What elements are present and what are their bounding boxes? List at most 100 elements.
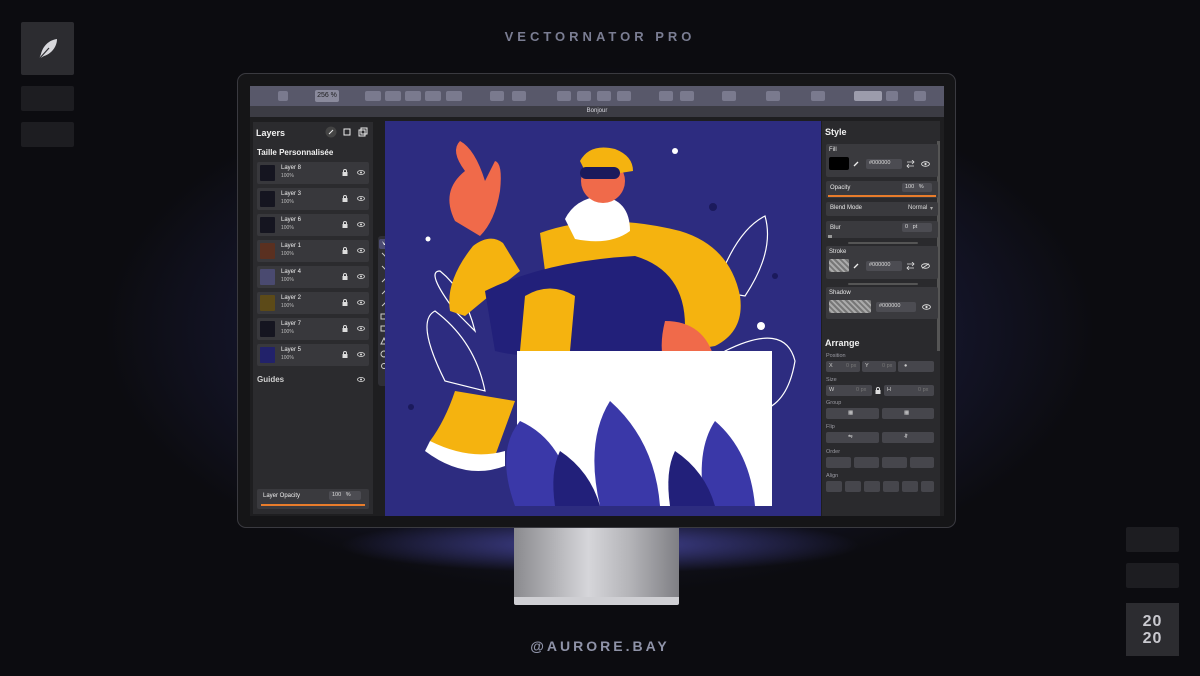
lock-icon[interactable] xyxy=(342,169,348,176)
layers-toggle-icon[interactable] xyxy=(278,91,288,101)
guides-label[interactable]: Guides xyxy=(257,375,284,384)
blend-mode-select[interactable]: Normal xyxy=(908,205,927,211)
eye-icon[interactable] xyxy=(357,222,365,227)
tool-button[interactable] xyxy=(365,91,381,101)
origin-point-button[interactable]: ● xyxy=(898,361,934,372)
monitor: 256 % Bonjour Layers Taille Personnalisé… xyxy=(237,73,956,528)
artboard-icon[interactable] xyxy=(341,126,353,138)
transform-button[interactable] xyxy=(659,91,673,101)
image-button[interactable] xyxy=(766,91,780,101)
boolean-button[interactable] xyxy=(490,91,504,101)
info-icon[interactable] xyxy=(914,91,926,101)
canvas[interactable] xyxy=(385,121,821,516)
boolean-button[interactable] xyxy=(512,91,526,101)
send-backward-button[interactable] xyxy=(882,457,907,468)
y-field[interactable]: Y 0 px xyxy=(862,361,896,372)
swap-icon[interactable] xyxy=(906,262,915,270)
eye-icon[interactable] xyxy=(357,248,365,253)
layer-row[interactable]: Layer 3 100% xyxy=(257,188,369,210)
eyedropper-icon[interactable] xyxy=(852,159,861,168)
grid-button[interactable] xyxy=(722,91,736,101)
align-center-button[interactable] xyxy=(845,481,861,492)
w-field[interactable]: W 0 px xyxy=(826,385,872,396)
layer-opacity-control[interactable]: Layer Opacity 100 % xyxy=(257,489,369,509)
style-tab-icon[interactable] xyxy=(854,91,882,101)
layer-thumbnail xyxy=(260,295,275,311)
align-middle-button[interactable] xyxy=(902,481,918,492)
group-button[interactable]: ▦ xyxy=(826,408,879,419)
layer-row[interactable]: Layer 6 100% xyxy=(257,214,369,236)
duplicate-icon[interactable] xyxy=(357,126,369,138)
lock-icon[interactable] xyxy=(342,221,348,228)
tool-button[interactable] xyxy=(405,91,421,101)
fill-color-swatch[interactable] xyxy=(829,157,849,170)
eye-icon[interactable] xyxy=(357,377,365,382)
bring-to-front-button[interactable] xyxy=(826,457,851,468)
swap-icon[interactable] xyxy=(906,160,915,168)
pen-icon[interactable] xyxy=(325,126,337,138)
artboard-name[interactable]: Taille Personnalisée xyxy=(257,148,333,157)
tool-button[interactable] xyxy=(425,91,441,101)
align-left-button[interactable] xyxy=(826,481,842,492)
blur-slider[interactable] xyxy=(828,235,832,238)
layer-row[interactable]: Layer 2 100% xyxy=(257,292,369,314)
path-button[interactable] xyxy=(577,91,591,101)
lock-icon[interactable] xyxy=(342,299,348,306)
h-field[interactable]: H 0 px xyxy=(884,385,934,396)
stroke-hex-field[interactable]: #000000 xyxy=(866,261,902,271)
layer-row[interactable]: Layer 4 100% xyxy=(257,266,369,288)
lock-icon[interactable] xyxy=(342,325,348,332)
fill-hex-field[interactable]: #000000 xyxy=(866,159,902,169)
path-button[interactable] xyxy=(597,91,611,101)
eye-icon[interactable] xyxy=(922,304,931,310)
opacity-slider[interactable] xyxy=(828,195,936,197)
opacity-label: Opacity xyxy=(830,185,851,191)
align-top-button[interactable] xyxy=(883,481,899,492)
flip-horizontal-button[interactable]: ⇋ xyxy=(826,432,879,443)
bring-forward-button[interactable] xyxy=(854,457,879,468)
lock-icon[interactable] xyxy=(342,195,348,202)
lock-icon[interactable] xyxy=(342,351,348,358)
zoom-level[interactable]: 256 % xyxy=(315,90,339,102)
x-label: X xyxy=(829,363,833,369)
x-field[interactable]: X 0 px xyxy=(826,361,860,372)
lock-icon[interactable] xyxy=(342,247,348,254)
stroke-color-swatch[interactable] xyxy=(829,259,849,272)
shadow-color-swatch[interactable] xyxy=(829,300,871,313)
tool-button[interactable] xyxy=(385,91,401,101)
eye-icon[interactable] xyxy=(357,352,365,357)
shadow-hex-field[interactable]: #000000 xyxy=(876,302,916,312)
layer-row[interactable]: Layer 5 100% xyxy=(257,344,369,366)
eyedropper-icon[interactable] xyxy=(852,261,861,270)
send-to-back-button[interactable] xyxy=(910,457,934,468)
ungroup-button[interactable]: ▦ xyxy=(882,408,934,419)
flip-vertical-button[interactable]: ⥯ xyxy=(882,432,934,443)
align-bottom-button[interactable] xyxy=(921,481,934,492)
layer-row[interactable]: Layer 1 100% xyxy=(257,240,369,262)
lock-ratio-icon[interactable] xyxy=(875,387,881,394)
layer-row[interactable]: Layer 7 100% xyxy=(257,318,369,340)
align-right-button[interactable] xyxy=(864,481,880,492)
eye-icon[interactable] xyxy=(357,274,365,279)
layer-opacity-slider[interactable] xyxy=(261,504,365,506)
eye-icon[interactable] xyxy=(357,326,365,331)
settings-button[interactable] xyxy=(811,91,825,101)
lock-icon[interactable] xyxy=(342,273,348,280)
eye-icon[interactable] xyxy=(357,300,365,305)
layer-opacity-field[interactable]: 100 % xyxy=(329,491,361,500)
transform-button[interactable] xyxy=(680,91,694,101)
document-tab[interactable]: Bonjour xyxy=(250,106,944,117)
tool-button[interactable] xyxy=(446,91,462,101)
eye-icon[interactable] xyxy=(357,196,365,201)
blur-field[interactable]: 0 pt xyxy=(902,223,932,232)
blend-mode-section[interactable]: Blend Mode Normal ▾ xyxy=(826,202,938,216)
eye-icon[interactable] xyxy=(357,170,365,175)
path-button[interactable] xyxy=(557,91,571,101)
eye-icon[interactable] xyxy=(921,161,930,167)
layer-row[interactable]: Layer 8 100% xyxy=(257,162,369,184)
x-value: 0 px xyxy=(846,363,857,369)
add-icon[interactable] xyxy=(886,91,898,101)
eye-off-icon[interactable] xyxy=(921,263,930,269)
opacity-field[interactable]: 100 % xyxy=(902,183,932,192)
path-button[interactable] xyxy=(617,91,631,101)
